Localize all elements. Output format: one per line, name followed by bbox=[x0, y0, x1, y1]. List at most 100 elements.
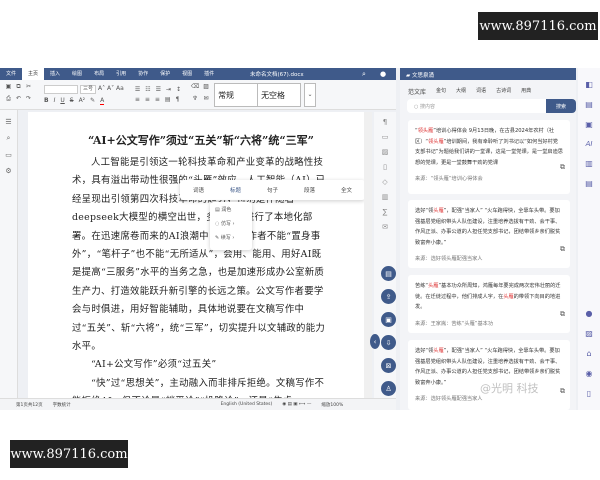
settings-icon[interactable]: ◉ bbox=[586, 369, 593, 378]
highlight-icon[interactable]: ✎ bbox=[90, 97, 95, 105]
style-normal[interactable]: 常规 bbox=[214, 82, 259, 107]
briefcase-icon[interactable]: ▣ bbox=[585, 120, 593, 129]
page-icon[interactable]: ▯ bbox=[383, 163, 387, 171]
eraser-icon[interactable]: ⌫ bbox=[190, 83, 200, 94]
line-spacing-icon[interactable]: ↕ bbox=[176, 86, 181, 93]
cut-icon[interactable]: ✂ bbox=[24, 83, 33, 94]
tab-protect[interactable]: 保护 bbox=[154, 68, 176, 80]
underline-icon[interactable]: U bbox=[60, 97, 64, 105]
ai-icon[interactable]: AI bbox=[586, 140, 593, 148]
shapes-icon[interactable]: ◇ bbox=[382, 178, 387, 186]
font-grow-icon[interactable]: A˄ A˅ Aa bbox=[98, 85, 124, 94]
document-page[interactable]: “AI+公文写作”须过“五关”斩“六将”统“三军” 人工智能是引领这一轮科技革命… bbox=[28, 112, 368, 398]
scope-fulltext[interactable]: 全文 bbox=[341, 186, 352, 194]
new-doc-icon[interactable]: ▤ bbox=[381, 266, 396, 281]
mail-icon[interactable]: ✉ bbox=[382, 223, 388, 231]
tab-view[interactable]: 视图 bbox=[176, 68, 198, 80]
scan-icon[interactable]: ▣ bbox=[381, 312, 396, 327]
result-card[interactable]: 选好“领头雁”，配强“当家人” “火车跑得快，全靠车头带。要加强基层党组织带头人… bbox=[408, 340, 570, 410]
panel-toggle-icon[interactable]: ‹ bbox=[370, 334, 380, 349]
save-icon[interactable]: ▣ bbox=[4, 83, 13, 94]
book-icon[interactable]: ▥ bbox=[585, 159, 593, 168]
result-card[interactable]: “领头雁”培训心得体会 9月13日晚，在古县2024年农村（社区）“领头雁”培训… bbox=[408, 120, 570, 194]
tab-home[interactable]: 主页 bbox=[22, 68, 45, 80]
tab-collaborate[interactable]: 协作 bbox=[132, 68, 154, 80]
menu-imitate[interactable]: ◌ 仿写 › bbox=[215, 220, 247, 227]
chart-icon[interactable]: ▥ bbox=[382, 193, 389, 201]
scope-word[interactable]: 词语 bbox=[193, 186, 204, 194]
search-button[interactable]: 搜索 bbox=[546, 99, 576, 113]
copy-icon[interactable]: ⧉ bbox=[560, 244, 565, 255]
user-icon[interactable]: ● bbox=[586, 309, 593, 318]
image-icon[interactable]: ▨ bbox=[585, 329, 593, 338]
multilevel-icon[interactable]: ☰ bbox=[156, 86, 161, 93]
nav-icon[interactable]: ☰ bbox=[5, 118, 11, 126]
strikethrough-icon[interactable]: S bbox=[70, 97, 74, 105]
scope-sentence[interactable]: 句子 bbox=[267, 186, 278, 194]
view-icons[interactable]: ◉ ▤ ▣ ⟷ — bbox=[282, 402, 311, 407]
numbering-icon[interactable]: ☷ bbox=[145, 86, 150, 93]
tab-insert[interactable]: 插入 bbox=[44, 68, 66, 80]
copy-icon[interactable]: ⧉ bbox=[560, 162, 565, 173]
panel-toggle-icon[interactable]: ◧ bbox=[585, 80, 593, 89]
tab-references[interactable]: 引用 bbox=[110, 68, 132, 80]
copy-icon[interactable]: ⧉ bbox=[560, 386, 565, 397]
bold-icon[interactable]: B bbox=[44, 97, 49, 105]
tab-words[interactable]: 词语 bbox=[476, 87, 486, 96]
scope-title[interactable]: 标题 bbox=[230, 186, 241, 194]
tab-layout[interactable]: 布局 bbox=[88, 68, 110, 80]
document-icon[interactable]: ▤ bbox=[585, 100, 593, 109]
result-card[interactable]: 选好“领头雁”，配强“当家人” “火车跑得快，全靠车头带。要加强基层党组织带头人… bbox=[408, 200, 570, 268]
stamp-icon[interactable]: ♙ bbox=[381, 381, 396, 396]
print-icon[interactable]: ⎙ bbox=[4, 95, 13, 106]
superscript-icon[interactable]: A² bbox=[79, 97, 86, 105]
align-right-icon[interactable]: ≡ bbox=[155, 96, 160, 103]
vertical-scrollbar[interactable] bbox=[364, 112, 372, 398]
tab-file[interactable]: 文件 bbox=[0, 68, 22, 80]
font-size-select[interactable]: 三号 bbox=[80, 84, 97, 94]
align-center-icon[interactable]: ≡ bbox=[145, 96, 150, 103]
copy-icon[interactable]: ⧉ bbox=[560, 309, 565, 320]
formula-icon[interactable]: ∑ bbox=[383, 208, 388, 216]
table-icon[interactable]: ▭ bbox=[382, 133, 389, 141]
menu-continue[interactable]: ✎ 续写 › bbox=[215, 234, 247, 241]
page-count[interactable]: 第1页共12页 bbox=[16, 402, 43, 408]
justify-icon[interactable]: ▤ bbox=[165, 96, 171, 103]
image-icon[interactable]: ▨ bbox=[201, 83, 211, 94]
tab-templates[interactable]: 范文库 bbox=[408, 87, 426, 96]
grid-icon[interactable]: ⊠ bbox=[381, 358, 396, 373]
menu-polish[interactable]: ▤ 润色 bbox=[215, 206, 247, 213]
word-count[interactable]: 字数统计 bbox=[53, 402, 71, 408]
tab-poems[interactable]: 古诗词 bbox=[496, 87, 511, 96]
search-doc-icon[interactable]: ⌕ bbox=[7, 134, 11, 143]
language[interactable]: English (United States) bbox=[221, 402, 273, 407]
redo-icon[interactable]: ↷ bbox=[24, 95, 33, 106]
paragraph-mark-icon[interactable]: ¶ bbox=[383, 118, 387, 126]
tab-outline[interactable]: 大纲 bbox=[456, 87, 466, 96]
mail-icon[interactable]: ✉ bbox=[201, 95, 211, 106]
download-icon[interactable]: ⇩ bbox=[381, 335, 396, 350]
font-color-icon[interactable]: A bbox=[100, 97, 105, 105]
result-card[interactable]: 苦练“头雁”基本功众所周知，鸿雁每年要完成两次宏伟壮丽的迁徙。在迁徙过程中，他们… bbox=[408, 275, 570, 333]
bullets-icon[interactable]: ☰ bbox=[135, 86, 140, 93]
home-icon[interactable]: ⌂ bbox=[586, 349, 591, 358]
italic-icon[interactable]: I bbox=[54, 97, 56, 105]
paragraph-mark-icon[interactable]: ¶ bbox=[176, 96, 180, 103]
indent-icon[interactable]: ⇥ bbox=[166, 86, 171, 93]
upload-icon[interactable]: ⇪ bbox=[381, 289, 396, 304]
search-icon[interactable]: ⌕ bbox=[362, 70, 366, 79]
tab-quotes[interactable]: 金句 bbox=[436, 87, 446, 96]
tab-allusions[interactable]: 用典 bbox=[521, 87, 531, 96]
tab-draw[interactable]: 绘图 bbox=[66, 68, 88, 80]
note-icon[interactable]: ▤ bbox=[585, 179, 593, 188]
comment-icon[interactable]: ▭ bbox=[5, 151, 12, 159]
undo-icon[interactable]: ↶ bbox=[14, 95, 23, 106]
copy-icon[interactable]: ⧉ bbox=[14, 83, 23, 94]
phone-icon[interactable]: ▯ bbox=[587, 389, 591, 398]
user-avatar-icon[interactable]: ● bbox=[380, 70, 386, 78]
font-name-select[interactable] bbox=[44, 84, 78, 94]
zoom-level[interactable]: 缩放100% bbox=[321, 402, 343, 408]
tools-icon[interactable]: ⚙ bbox=[5, 167, 11, 175]
panel-search-input[interactable]: ○ 搜内容 搜索 bbox=[407, 99, 576, 113]
scope-paragraph[interactable]: 段落 bbox=[304, 186, 315, 194]
